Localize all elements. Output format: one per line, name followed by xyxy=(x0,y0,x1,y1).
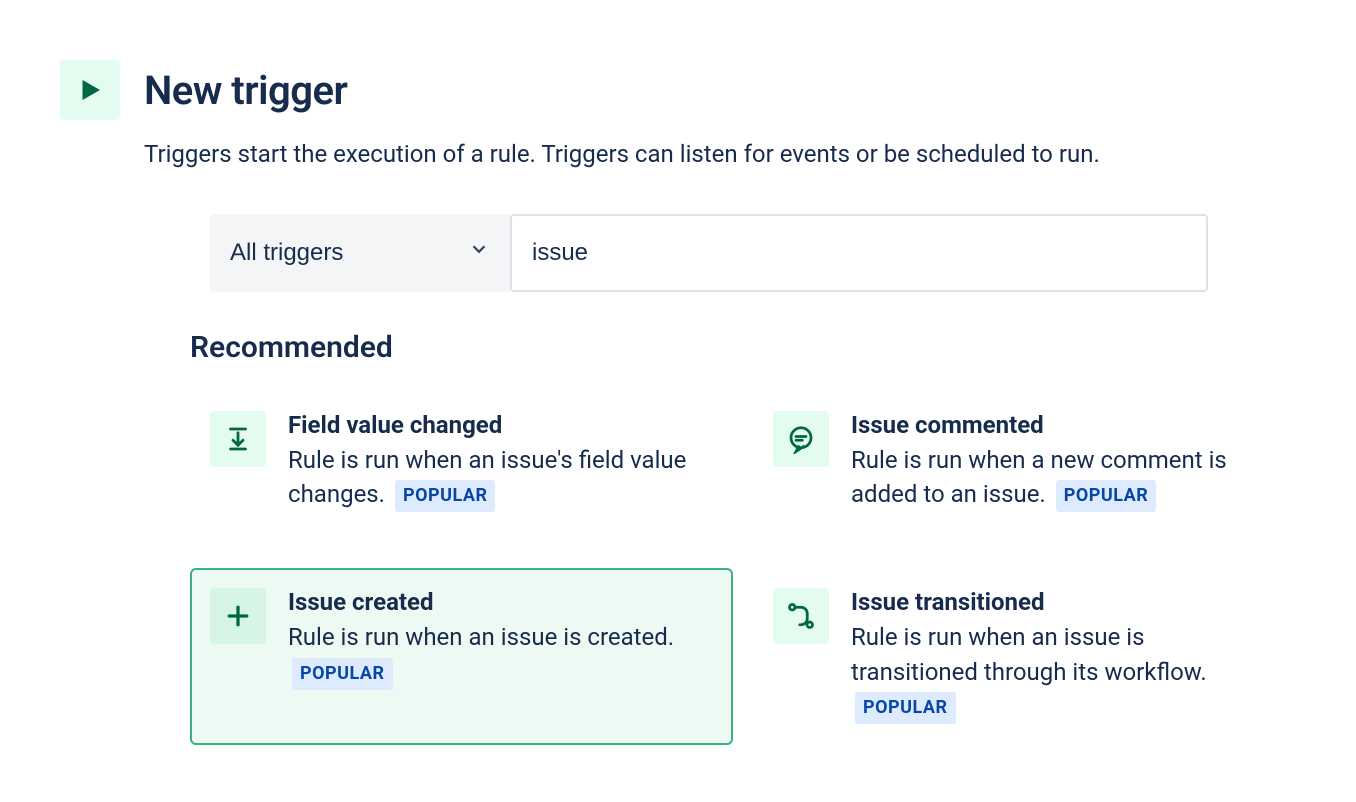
trigger-card-issue-transitioned[interactable]: Issue transitioned Rule is run when an i… xyxy=(753,568,1296,744)
card-title: Issue created xyxy=(288,588,713,616)
card-description: Rule is run when an issue is transitione… xyxy=(851,620,1276,724)
comment-icon xyxy=(773,411,829,467)
popular-badge: POPULAR xyxy=(395,480,496,512)
chevron-down-icon xyxy=(468,238,490,267)
popular-badge: POPULAR xyxy=(855,692,956,724)
page-title: New trigger xyxy=(144,67,347,114)
plus-icon xyxy=(210,588,266,644)
field-value-icon xyxy=(210,411,266,467)
play-icon xyxy=(60,60,120,120)
transition-icon xyxy=(773,588,829,644)
trigger-card-issue-created[interactable]: Issue created Rule is run when an issue … xyxy=(190,568,733,744)
search-input[interactable] xyxy=(510,214,1208,292)
trigger-category-dropdown[interactable]: All triggers xyxy=(210,214,510,292)
card-title: Issue transitioned xyxy=(851,588,1276,616)
popular-badge: POPULAR xyxy=(1056,480,1157,512)
card-title: Issue commented xyxy=(851,411,1276,439)
trigger-cards-grid: Field value changed Rule is run when an … xyxy=(190,391,1296,745)
card-description: Rule is run when an issue's field value … xyxy=(288,443,713,513)
card-description: Rule is run when a new comment is added … xyxy=(851,443,1276,513)
page-subtitle: Triggers start the execution of a rule. … xyxy=(144,138,1296,172)
dropdown-label: All triggers xyxy=(230,239,343,267)
card-title: Field value changed xyxy=(288,411,713,439)
card-description: Rule is run when an issue is created. PO… xyxy=(288,620,713,690)
section-heading: Recommended xyxy=(190,330,1296,365)
popular-badge: POPULAR xyxy=(292,658,393,690)
trigger-card-issue-commented[interactable]: Issue commented Rule is run when a new c… xyxy=(753,391,1296,533)
trigger-card-field-value-changed[interactable]: Field value changed Rule is run when an … xyxy=(190,391,733,533)
